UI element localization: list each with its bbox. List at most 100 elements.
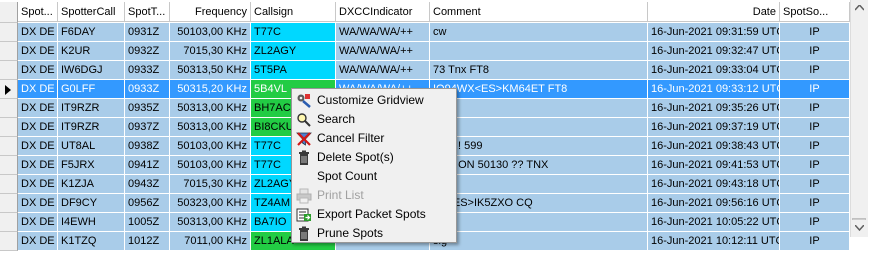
cell-spotter[interactable]: UT8AL xyxy=(58,137,125,156)
column-header-call[interactable]: Callsign xyxy=(251,2,336,22)
column-header-spot[interactable]: Spot... xyxy=(18,2,58,22)
cell-freq[interactable]: 50323,00 KHz xyxy=(170,194,251,213)
cell-time[interactable]: 0931Z xyxy=(125,23,170,42)
cell-date[interactable]: 16-Jun-2021 09:56:16 UTC xyxy=(648,194,780,213)
row-selector[interactable] xyxy=(0,80,18,99)
cell-date[interactable]: 16-Jun-2021 09:38:43 UTC xyxy=(648,137,780,156)
cell-src[interactable]: IP xyxy=(780,175,850,194)
column-header-spotter[interactable]: SpotterCall xyxy=(58,2,125,22)
cell-src[interactable]: IP xyxy=(780,80,850,99)
cell-spotter[interactable]: IT9RZR xyxy=(58,99,125,118)
cell-spotter[interactable]: IW6DGJ xyxy=(58,61,125,80)
cell-spotter[interactable]: F5JRX xyxy=(58,156,125,175)
cell-freq[interactable]: 7015,30 KHz xyxy=(170,175,251,194)
cell-spot[interactable]: DX DE xyxy=(18,137,58,156)
cell-src[interactable]: IP xyxy=(780,232,850,251)
cell-spotter[interactable]: DF9CY xyxy=(58,194,125,213)
cell-src[interactable]: IP xyxy=(780,213,850,232)
cell-comment[interactable]: jm76 xyxy=(430,99,648,118)
cell-freq[interactable]: 50313,00 KHz xyxy=(170,118,251,137)
cell-comment[interactable]: IO94WX<ES>KM64ET FT8 xyxy=(430,80,648,99)
cell-spot[interactable]: DX DE xyxy=(18,80,58,99)
cell-src[interactable]: IP xyxy=(780,42,850,61)
cell-spotter[interactable]: F6DAY xyxy=(58,23,125,42)
cell-spotter[interactable]: K2UR xyxy=(58,42,125,61)
cell-time[interactable]: 0935Z xyxy=(125,99,170,118)
cell-date[interactable]: 16-Jun-2021 09:37:19 UTC xyxy=(648,118,780,137)
scroll-up-button[interactable] xyxy=(851,0,868,17)
cell-spotter[interactable]: K1TZQ xyxy=(58,232,125,251)
row-selector[interactable] xyxy=(0,194,18,213)
cell-comment[interactable] xyxy=(430,175,648,194)
cell-time[interactable]: 0941Z xyxy=(125,156,170,175)
column-header-dxcc[interactable]: DXCCIndicator xyxy=(336,2,430,22)
row-selector[interactable] xyxy=(0,213,18,232)
cell-call[interactable]: 5T5PA xyxy=(251,61,336,80)
column-header-date[interactable]: Date xyxy=(648,2,780,22)
cell-date[interactable]: 16-Jun-2021 10:12:11 UTC xyxy=(648,232,780,251)
cell-src[interactable]: IP xyxy=(780,194,850,213)
cell-comment[interactable] xyxy=(430,118,648,137)
vertical-scrollbar[interactable] xyxy=(850,0,868,237)
cell-dxcc[interactable]: WA/WA/WA/++ xyxy=(336,23,430,42)
cell-date[interactable]: 16-Jun-2021 09:41:53 UTC xyxy=(648,156,780,175)
cell-freq[interactable]: 50103,00 KHz xyxy=(170,23,251,42)
cell-spotter[interactable]: I4EWH xyxy=(58,213,125,232)
cell-freq[interactable]: 50103,00 KHz xyxy=(170,137,251,156)
cell-time[interactable]: 0932Z xyxy=(125,42,170,61)
cell-date[interactable]: 16-Jun-2021 09:33:04 UTC xyxy=(648,61,780,80)
cell-time[interactable]: 1012Z xyxy=(125,232,170,251)
cell-call[interactable]: ZL2AGY xyxy=(251,42,336,61)
cell-src[interactable]: IP xyxy=(780,23,850,42)
cell-comment[interactable]: cw xyxy=(430,23,648,42)
row-selector[interactable] xyxy=(0,175,18,194)
menu-item-cancel-filter[interactable]: Cancel Filter xyxy=(294,129,454,148)
cell-time[interactable]: 0933Z xyxy=(125,80,170,99)
cell-spotter[interactable]: G0LFF xyxy=(58,80,125,99)
cell-spotter[interactable]: K1ZJA xyxy=(58,175,125,194)
menu-item-search[interactable]: Search xyxy=(294,110,454,129)
cell-spot[interactable]: DX DE xyxy=(18,23,58,42)
cell-spot[interactable]: DX DE xyxy=(18,213,58,232)
cell-comment[interactable]: SSB ON 50130 ?? TNX xyxy=(430,156,648,175)
column-header-comment[interactable]: Comment xyxy=(430,2,648,22)
cell-time[interactable]: 1005Z xyxy=(125,213,170,232)
cell-comment[interactable]: AL<ES>IK5ZXO CQ xyxy=(430,194,648,213)
cell-src[interactable]: IP xyxy=(780,137,850,156)
cell-spot[interactable]: DX DE xyxy=(18,232,58,251)
cell-time[interactable]: 0937Z xyxy=(125,118,170,137)
cell-freq[interactable]: 50313,50 KHz xyxy=(170,61,251,80)
cell-time[interactable]: 0933Z xyxy=(125,61,170,80)
column-header-freq[interactable]: Frequency xyxy=(170,2,251,22)
cell-src[interactable]: IP xyxy=(780,61,850,80)
row-selector[interactable] xyxy=(0,42,18,61)
cell-freq[interactable]: 7015,30 KHz xyxy=(170,42,251,61)
row-selector[interactable] xyxy=(0,232,18,251)
menu-item-customize-gridview[interactable]: Customize Gridview xyxy=(294,91,454,110)
cell-comment[interactable]: TNX!! 599 xyxy=(430,137,648,156)
cell-comment[interactable] xyxy=(430,213,648,232)
cell-dxcc[interactable]: WA/WA/WA/++ xyxy=(336,61,430,80)
cell-spot[interactable]: DX DE xyxy=(18,42,58,61)
cell-time[interactable]: 0938Z xyxy=(125,137,170,156)
cell-freq[interactable]: 50313,00 KHz xyxy=(170,99,251,118)
cell-freq[interactable]: 7011,00 KHz xyxy=(170,232,251,251)
cell-time[interactable]: 0956Z xyxy=(125,194,170,213)
cell-src[interactable]: IP xyxy=(780,156,850,175)
row-selector[interactable] xyxy=(0,61,18,80)
cell-freq[interactable]: 50103,00 KHz xyxy=(170,156,251,175)
cell-call[interactable]: T77C xyxy=(251,23,336,42)
cell-freq[interactable]: 50315,20 KHz xyxy=(170,80,251,99)
scroll-down-button[interactable] xyxy=(851,220,868,237)
row-selector[interactable] xyxy=(0,137,18,156)
cell-comment[interactable]: sig xyxy=(430,232,648,251)
cell-freq[interactable]: 50313,00 KHz xyxy=(170,213,251,232)
row-selector[interactable] xyxy=(0,23,18,42)
cell-spot[interactable]: DX DE xyxy=(18,194,58,213)
menu-item-prune-spots[interactable]: Prune Spots xyxy=(294,224,454,243)
column-header-src[interactable]: SpotSo... xyxy=(780,2,850,22)
cell-spot[interactable]: DX DE xyxy=(18,118,58,137)
cell-date[interactable]: 16-Jun-2021 09:35:26 UTC xyxy=(648,99,780,118)
cell-spot[interactable]: DX DE xyxy=(18,156,58,175)
cell-date[interactable]: 16-Jun-2021 10:05:22 UTC xyxy=(648,213,780,232)
